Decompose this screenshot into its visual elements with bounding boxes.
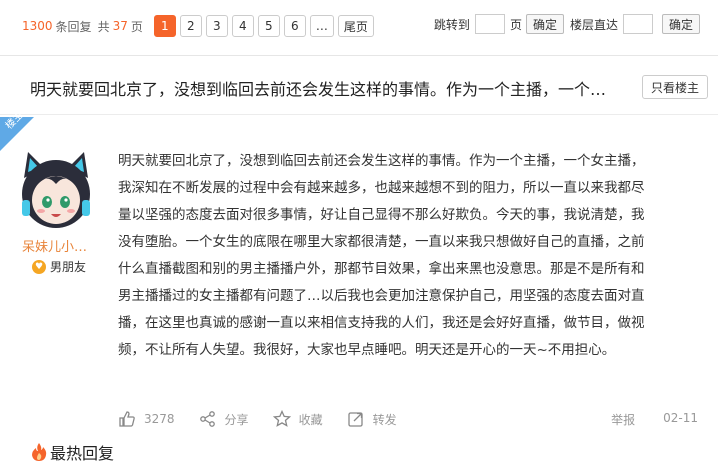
page-button-2[interactable]: 2 [179,15,202,37]
pagination-bar: 1300 条回复 共 37 页 1 2 3 4 5 6 … 尾页 跳转到 页 确… [0,0,718,52]
share-icon [199,411,215,427]
repost-button[interactable]: 转发 [347,410,397,428]
page-list: 1 2 3 4 5 6 … 尾页 [153,15,374,37]
last-page-button[interactable]: 尾页 [337,15,374,37]
total-prefix: 共 [97,19,110,34]
share-button[interactable]: 分享 [199,410,249,428]
pager-divider [0,55,718,56]
jump-confirm-button[interactable]: 确定 [525,14,564,34]
fan-badge-icon: ♥ [32,259,46,274]
post-date: 02-11 [663,411,698,425]
page-button-4[interactable]: 4 [231,15,254,37]
floor-label: 楼层直达 [569,17,618,32]
post-action-bar: 3278 分享 收藏 转发 举报 02-11 [118,404,708,434]
post-line: 没有堕胎。一个女生的底限在哪里大家都很清楚，一直以来我只想做好自己的直播，之前 [118,234,645,250]
star-icon [272,410,291,427]
reply-count-label: 条回复 [55,19,92,34]
reply-count: 1300 [22,19,53,33]
author-tag: ♥ 男朋友 [32,258,86,275]
page-button-3[interactable]: 3 [205,15,228,37]
fire-icon [32,443,47,461]
jump-controls: 跳转到 页 确定 楼层直达 确定 [434,14,706,34]
share-label: 分享 [224,412,249,427]
only-op-button[interactable]: 只看楼主 [641,75,708,99]
total-suffix: 页 [130,19,143,34]
hot-replies-header: 最热回复 [30,440,114,464]
page-ellipsis-button[interactable]: … [309,15,334,37]
jump-label: 跳转到 [433,17,470,32]
like-count: 3278 [144,412,175,426]
page-button-1[interactable]: 1 [153,15,176,37]
repost-label: 转发 [372,412,397,427]
total-pages: 37 [112,19,128,33]
avatar-image-icon [14,148,98,232]
report-link[interactable]: 举报 [611,411,635,428]
post-line: 播，在这里也真诚的感谢一直以来相信支持我的人们，我还是会好好直播，做节目，做视 [118,315,645,331]
title-divider [0,114,718,115]
thread-title: 明天就要回北京了，没想到临回去前还会发生这样的事情。作为一个主播，一个… [30,80,607,99]
post-line: 什么直播截图和别的男主播播户外，那都节目效果，拿出来黑也没意思。那是不是所有和 [118,261,645,277]
collect-button[interactable]: 收藏 [272,410,323,428]
hot-replies-label: 最热回复 [50,444,115,463]
floor-input[interactable] [622,14,653,34]
post-line: 量以坚强的态度去面对很多事情，好让自己显得不那么好欺负。今天的事，我说清楚，我 [118,207,645,223]
post-line: 男主播播过的女主播都有问题了…以后我也会更加注意保护自己，用坚强的态度去面对直 [118,288,645,304]
page-button-5[interactable]: 5 [257,15,280,37]
jump-page-input[interactable] [474,14,505,34]
post-line: 频，不让所有人失望。我很好，大家也早点睡吧。明天还是开心的一天~不用担心。 [118,342,616,358]
post-content: 明天就要回北京了，没想到临回去前还会发生这样的事情。作为一个主播，一个女主播， … [118,148,706,364]
thread-title-bar: 明天就要回北京了，没想到临回去前还会发生这样的事情。作为一个主播，一个… 只看楼… [0,60,718,116]
repost-icon [347,412,363,427]
collect-label: 收藏 [298,412,323,427]
like-button[interactable]: 3278 [118,410,175,428]
page-button-6[interactable]: 6 [283,15,306,37]
post-line: 明天就要回北京了，没想到临回去前还会发生这样的事情。作为一个主播，一个女主播， [118,153,645,169]
thumbs-up-icon [119,411,135,427]
jump-unit: 页 [509,17,522,32]
avatar[interactable] [14,148,98,232]
author-name[interactable]: 呆妹儿小… [22,236,87,255]
post-meta: 举报 02-11 [611,411,698,428]
floor-confirm-button[interactable]: 确定 [661,14,700,34]
post-line: 我深知在不断发展的过程中会有越来越多，也越来越想不到的阻力，所以一直以来我都尽 [118,180,645,196]
author-tag-label: 男朋友 [50,260,87,274]
